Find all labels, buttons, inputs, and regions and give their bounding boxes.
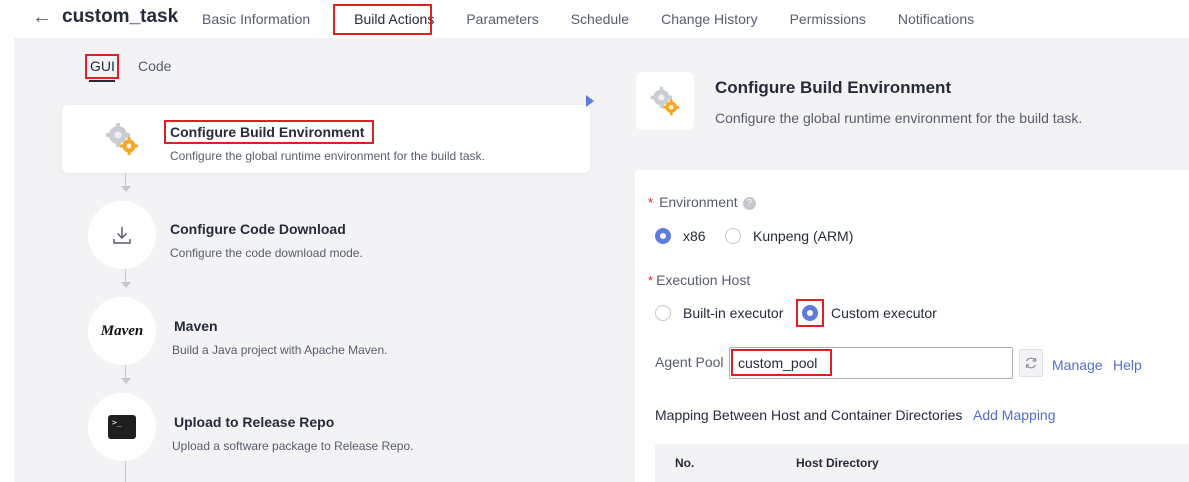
step-connector-arrow [121,378,131,384]
step-configure-code-download[interactable]: Configure Code Download Configure the co… [62,201,590,269]
gear-icon [636,72,694,130]
radio-built-in-executor-label[interactable]: Built-in executor [683,305,783,321]
column-header-host-directory: Host Directory [796,456,879,470]
highlight-box-agent-pool [731,349,832,376]
step-description: Configure the code download mode. [170,246,363,260]
gear-icon [88,105,156,173]
tab-basic-information[interactable]: Basic Information [190,0,326,38]
tab-bar: Basic Information Build Actions Paramete… [190,0,990,38]
detail-header: Configure Build Environment Configure th… [615,38,1189,168]
radio-x86-label[interactable]: x86 [683,228,706,244]
page-header: ← custom_task Basic Information Build Ac… [0,0,1189,38]
refresh-icon [1025,357,1037,369]
detail-description: Configure the global runtime environment… [715,110,1083,126]
radio-kunpeng-arm-label[interactable]: Kunpeng (ARM) [753,228,853,244]
steps-panel: GUI Code Configure Build Environment Con… [14,38,615,482]
help-link[interactable]: Help [1113,357,1142,373]
step-connector [125,461,126,482]
step-title: Configure Code Download [170,221,346,237]
agent-pool-label: Agent Pool [655,354,724,370]
step-maven[interactable]: Maven Maven Build a Java project with Ap… [62,297,590,365]
maven-logo-text: Maven [100,322,144,339]
step-upload-to-release-repo[interactable]: >_ Upload to Release Repo Upload a softw… [62,393,590,461]
step-description: Configure the global runtime environment… [170,149,485,163]
mapping-table-header: No. Host Directory [655,444,1189,482]
highlight-box-build-actions [333,4,432,35]
refresh-button[interactable] [1019,349,1043,377]
terminal-icon: >_ [88,393,156,461]
radio-built-in-executor[interactable] [655,305,671,321]
step-description: Build a Java project with Apache Maven. [172,343,388,357]
step-connector-arrow [121,186,131,192]
maven-logo: Maven [88,297,156,365]
highlight-box-step-title [164,120,374,144]
add-mapping-link[interactable]: Add Mapping [973,407,1056,423]
step-title: Maven [174,318,218,334]
manage-link[interactable]: Manage [1052,357,1103,373]
tab-parameters[interactable]: Parameters [450,0,554,38]
highlight-box-gui [85,54,119,79]
step-connector-arrow [121,282,131,288]
radio-custom-executor-label[interactable]: Custom executor [831,305,937,321]
tab-notifications[interactable]: Notifications [882,0,990,38]
mode-active-underline [89,80,115,82]
mapping-label: Mapping Between Host and Container Direc… [655,407,963,423]
execution-host-label: * Execution Host [648,272,751,288]
radio-kunpeng-arm[interactable] [725,228,741,244]
mode-code-tab[interactable]: Code [138,58,171,74]
highlight-box-custom-executor [796,299,824,327]
column-header-no: No. [675,456,695,470]
tab-permissions[interactable]: Permissions [774,0,882,38]
question-icon[interactable]: ? [742,197,756,210]
tab-change-history[interactable]: Change History [645,0,774,38]
build-environment-form [635,170,1189,482]
selected-step-pointer-icon [586,95,594,107]
back-arrow-icon[interactable]: ← [32,6,52,29]
download-icon [88,201,156,269]
task-name: custom_task [62,6,179,27]
radio-x86[interactable] [655,228,671,244]
environment-label: * Environment? [648,194,756,210]
step-title: Upload to Release Repo [174,414,335,430]
tab-schedule[interactable]: Schedule [555,0,645,38]
step-description: Upload a software package to Release Rep… [172,439,414,453]
detail-title: Configure Build Environment [715,78,952,97]
